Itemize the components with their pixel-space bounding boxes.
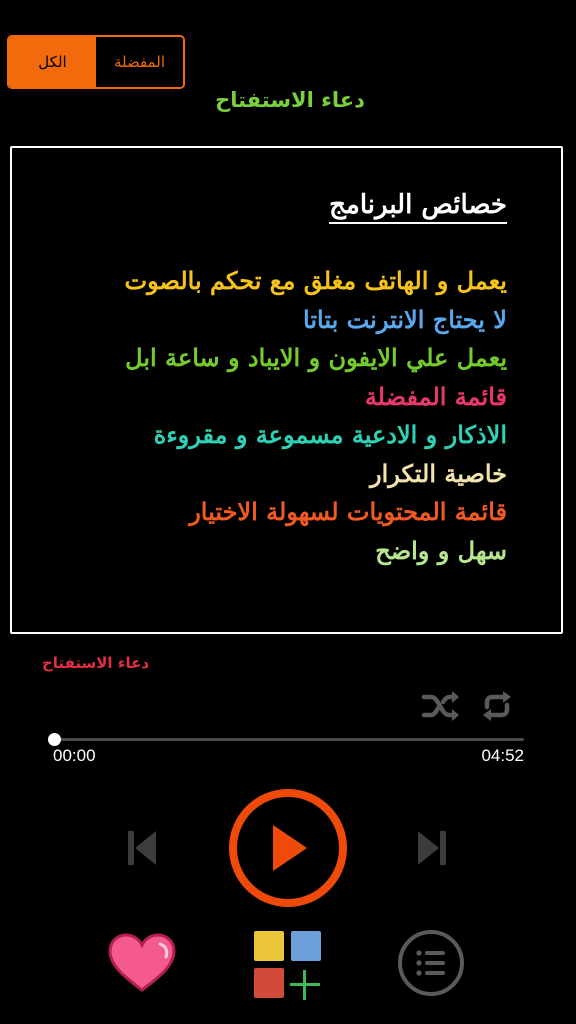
track-title: دعاء الاستفتاح: [42, 654, 150, 672]
feature-line: الاذكار و الادعية مسموعة و مقروءة: [153, 420, 507, 449]
elapsed-time: 00:00: [53, 746, 96, 765]
tab-favorites[interactable]: المفضلة: [96, 37, 183, 87]
feature-line: سهل و واضح: [375, 535, 507, 565]
shuffle-icon[interactable]: [421, 686, 461, 726]
player-screen: الكل المفضلة دعاء الاستفتاح خصائص البرنا…: [0, 0, 576, 1024]
feature-line: يعمل علي الايفون و الايباد و ساعة ابل: [125, 343, 507, 372]
feature-list: يعمل و الهاتف مغلق مع تحكم بالصوت لا يحتا…: [56, 262, 507, 570]
category-segmented-control: الكل المفضلة: [7, 35, 185, 89]
tab-all[interactable]: الكل: [9, 37, 96, 87]
repeat-icon[interactable]: [477, 686, 517, 726]
add-to-playlist-icon[interactable]: [250, 927, 326, 1003]
list-menu-icon[interactable]: [396, 928, 466, 998]
app-features-box: خصائص البرنامج يعمل و الهاتف مغلق مع تحك…: [10, 146, 563, 634]
skip-next-icon[interactable]: [410, 822, 454, 874]
feature-line: خاصية التكرار: [370, 458, 507, 488]
feature-line: قائمة المحتويات لسهولة الاختيار: [189, 497, 507, 526]
progress-thumb[interactable]: [48, 733, 61, 746]
feature-line: يعمل و الهاتف مغلق مع تحكم بالصوت: [124, 266, 507, 295]
feature-line: لا يحتاج الانترنت بتاتا: [303, 304, 507, 334]
progress-bar[interactable]: [48, 733, 524, 746]
play-icon: [273, 825, 307, 871]
skip-previous-icon[interactable]: [120, 822, 164, 874]
heart-icon[interactable]: [104, 930, 180, 996]
feature-line: قائمة المفضلة: [364, 381, 507, 411]
features-heading: خصائص البرنامج: [329, 190, 507, 224]
play-button[interactable]: [229, 789, 347, 907]
page-title: دعاء الاستفتاح: [215, 88, 365, 112]
total-time: 04:52: [481, 746, 524, 765]
